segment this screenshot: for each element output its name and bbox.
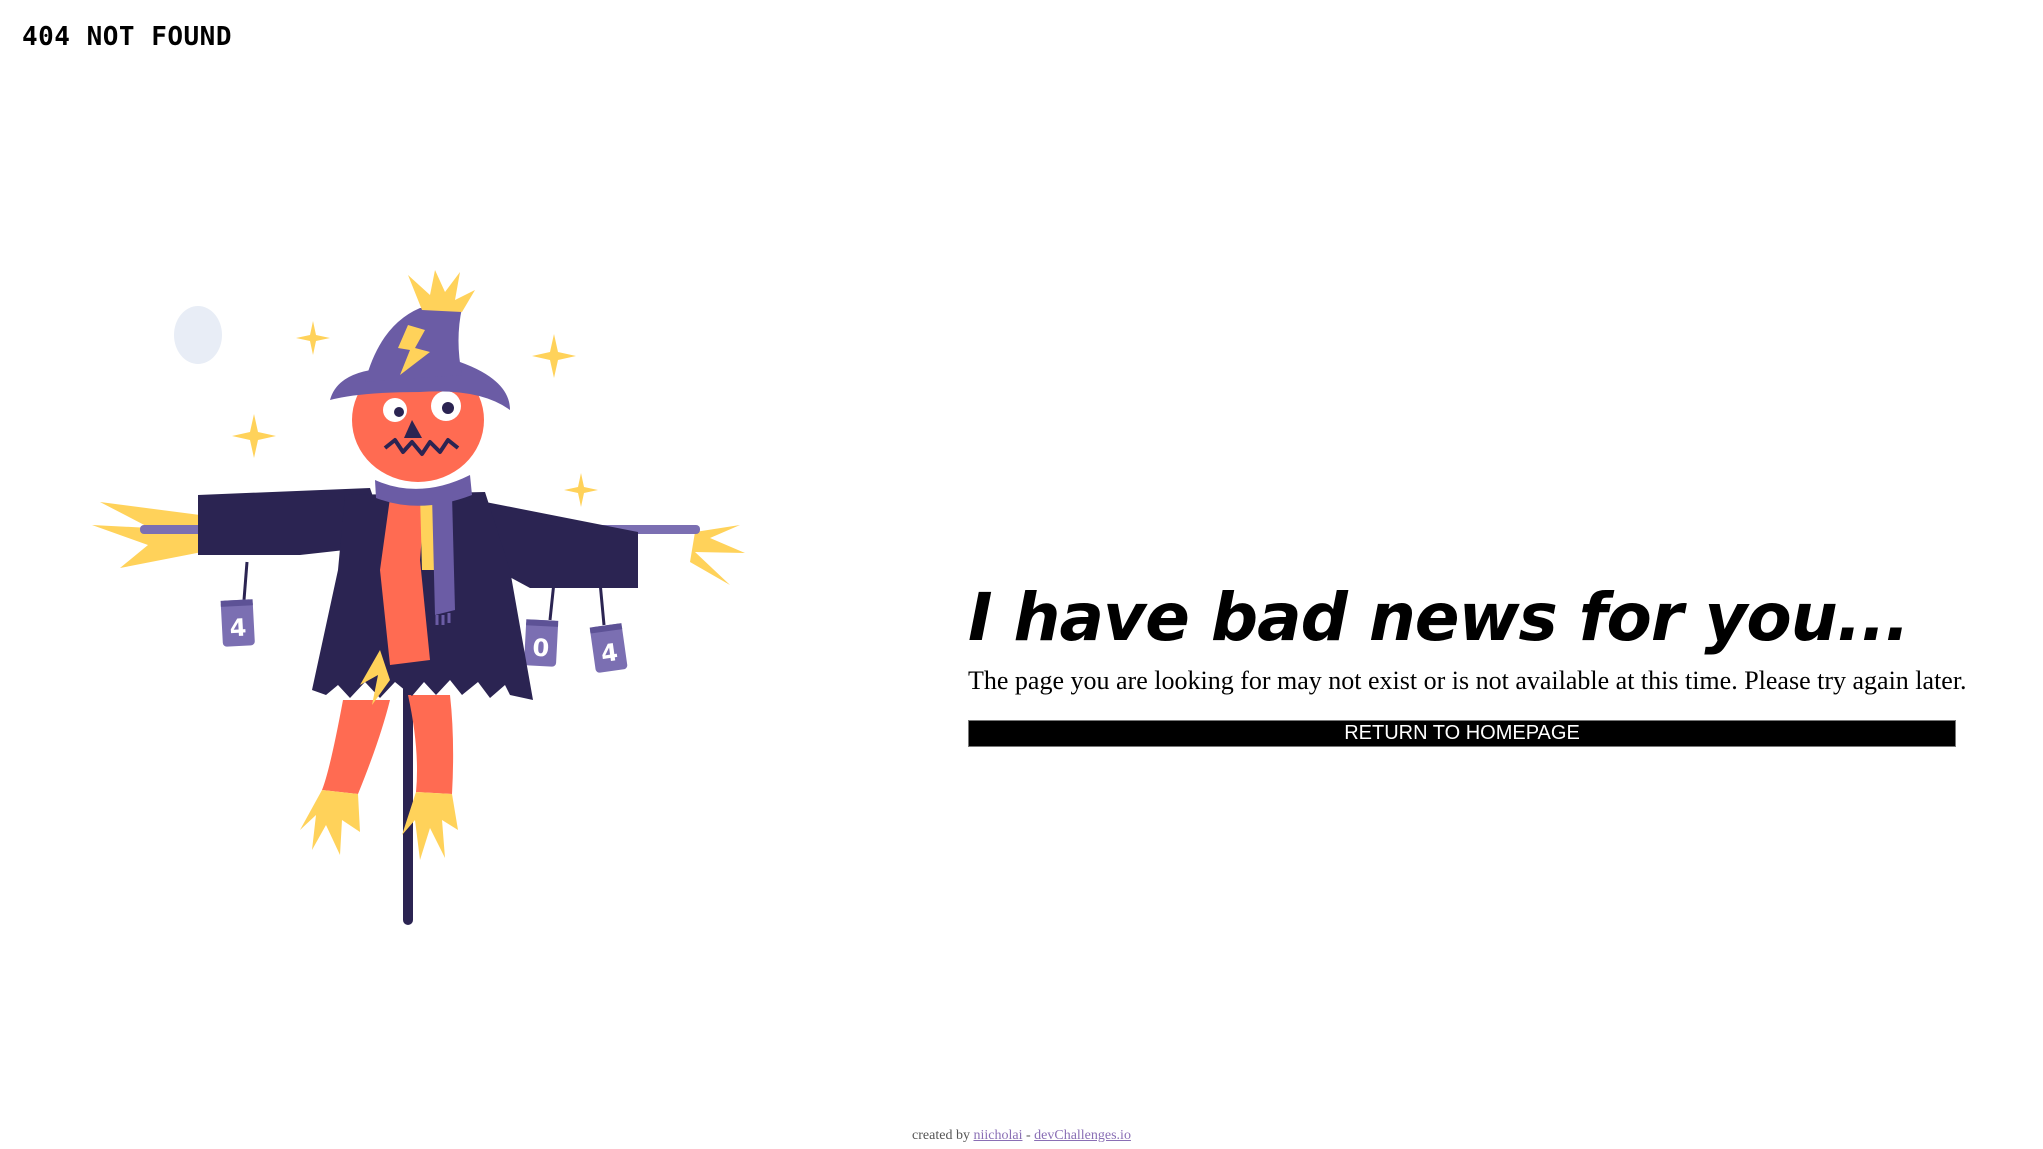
author-link[interactable]: niicholai [973,1128,1022,1143]
can-left: 4 [220,599,255,647]
footer-prefix: created by [912,1128,970,1143]
scarecrow-illustration: 4 0 4 [90,270,750,940]
can-middle: 0 [524,619,559,667]
moon-shape [174,306,222,364]
devchallenges-link[interactable]: devChallenges.io [1034,1128,1131,1143]
error-description: The page you are looking for may not exi… [968,666,1967,695]
footer-separator: - [1025,1128,1031,1143]
can-label: 0 [532,634,550,663]
error-headline: I have bad news for you... [968,579,1910,656]
footer-credits: created by niicholai - devChallenges.io [0,1128,2043,1144]
can-label: 4 [229,614,247,643]
error-message-panel: I have bad news for you... The page you … [968,578,1967,747]
return-home-button[interactable]: RETURN TO HOMEPAGE [968,720,1956,747]
page-brand-title: 404 NOT FOUND [22,22,232,52]
can-right: 4 [589,623,628,673]
